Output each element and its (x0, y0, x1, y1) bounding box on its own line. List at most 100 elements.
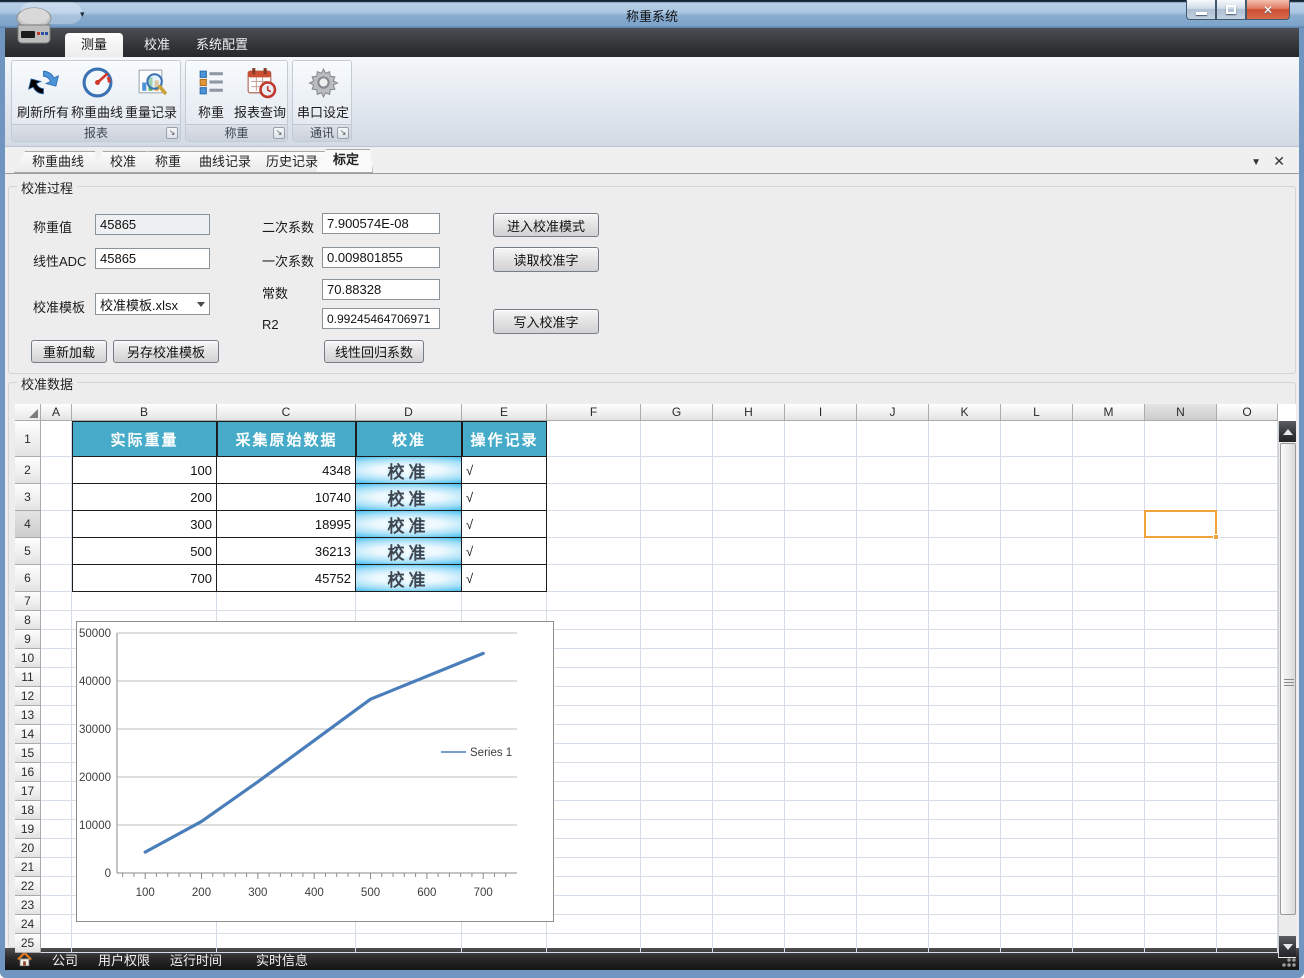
cell-actual-weight[interactable]: 200 (72, 484, 217, 511)
constant-field[interactable] (322, 279, 440, 300)
row-header-18[interactable]: 18 (15, 801, 41, 820)
column-header-G[interactable]: G (641, 404, 713, 421)
ribbon-tab-calibrate[interactable]: 校准 (128, 33, 186, 57)
cell-operation-record[interactable]: √ (462, 511, 547, 538)
linear-regression-button[interactable]: 线性回归系数 (324, 340, 424, 363)
column-header-D[interactable]: D (356, 404, 462, 421)
column-header-I[interactable]: I (785, 404, 857, 421)
cell-operation-record[interactable]: √ (462, 565, 547, 592)
app-logo-scale-icon[interactable] (8, 3, 60, 51)
row-header-20[interactable]: 20 (15, 839, 41, 858)
row-header-8[interactable]: 8 (15, 611, 41, 630)
weigh-curve-button[interactable]: 称重曲线 (71, 63, 123, 123)
cell-operation-record[interactable]: √ (462, 538, 547, 565)
row-header-3[interactable]: 3 (15, 484, 41, 511)
column-header-J[interactable]: J (857, 404, 929, 421)
cell-actual-weight[interactable]: 300 (72, 511, 217, 538)
linear-coef-field[interactable] (322, 247, 440, 268)
row-header-2[interactable]: 2 (15, 457, 41, 484)
r2-field[interactable] (322, 308, 440, 329)
tab-list-dropdown-icon[interactable]: ▼ (1251, 157, 1261, 168)
fill-handle[interactable] (1213, 534, 1219, 540)
column-header-H[interactable]: H (713, 404, 785, 421)
minimize-button[interactable] (1186, 0, 1216, 20)
column-header-F[interactable]: F (547, 404, 641, 421)
tab-close-icon[interactable]: ✕ (1273, 153, 1285, 170)
row-header-1[interactable]: 1 (15, 421, 41, 457)
table-header-cell[interactable]: 实际重量 (72, 421, 217, 457)
enter-calibration-mode-button[interactable]: 进入校准模式 (493, 213, 599, 237)
cell-raw-data[interactable]: 45752 (217, 565, 356, 592)
row-header-16[interactable]: 16 (15, 763, 41, 782)
ribbon-tab-measure[interactable]: 测量 (65, 33, 124, 57)
cell-actual-weight[interactable]: 700 (72, 565, 217, 592)
calibrate-cell-button[interactable]: 校准 (356, 538, 462, 565)
row-header-5[interactable]: 5 (15, 538, 41, 565)
cell-operation-record[interactable]: √ (462, 457, 547, 484)
column-header-M[interactable]: M (1073, 404, 1145, 421)
dialog-launcher-icon[interactable]: ↘ (166, 127, 178, 139)
weight-records-button[interactable]: 重量记录 (125, 63, 177, 123)
report-query-button[interactable]: 报表查询 (233, 63, 287, 123)
calibrate-cell-button[interactable]: 校准 (356, 457, 462, 484)
write-calibration-word-button[interactable]: 写入校准字 (493, 309, 599, 334)
column-header-B[interactable]: B (72, 404, 217, 421)
calibrate-cell-button[interactable]: 校准 (356, 565, 462, 592)
row-header-25[interactable]: 25 (15, 934, 41, 953)
cell-raw-data[interactable]: 36213 (217, 538, 356, 565)
calibration-spreadsheet[interactable]: 0 10000 20000 30000 40000 50000 100 200 300 400 50… (15, 404, 1296, 960)
serial-port-button[interactable]: 串口设定 (296, 63, 350, 123)
ribbon-tab-system-config[interactable]: 系统配置 (180, 33, 264, 57)
cell-actual-weight[interactable]: 500 (72, 538, 217, 565)
select-all-corner[interactable] (15, 404, 41, 421)
row-header-10[interactable]: 10 (15, 649, 41, 668)
selected-cell-N4[interactable] (1144, 510, 1219, 540)
weight-value-field[interactable] (95, 214, 210, 235)
column-header-C[interactable]: C (217, 404, 356, 421)
cell-raw-data[interactable]: 18995 (217, 511, 356, 538)
quadratic-coef-field[interactable] (322, 213, 440, 234)
column-header-E[interactable]: E (462, 404, 547, 421)
calibration-chart[interactable]: 0 10000 20000 30000 40000 50000 100 200 300 400 50… (76, 621, 554, 922)
tab-weigh-curve[interactable]: 称重曲线 (14, 151, 98, 173)
row-header-15[interactable]: 15 (15, 744, 41, 763)
scroll-up-button[interactable] (1279, 421, 1296, 442)
scroll-down-button[interactable] (1279, 936, 1296, 957)
reload-button[interactable]: 重新加载 (31, 340, 107, 363)
cell-raw-data[interactable]: 4348 (217, 457, 356, 484)
row-header-12[interactable]: 12 (15, 687, 41, 706)
weigh-button[interactable]: 称重 (190, 63, 232, 123)
calibrate-cell-button[interactable]: 校准 (356, 511, 462, 538)
column-header-K[interactable]: K (929, 404, 1001, 421)
linear-adc-field[interactable] (95, 248, 210, 269)
row-header-13[interactable]: 13 (15, 706, 41, 725)
calibrate-cell-button[interactable]: 校准 (356, 484, 462, 511)
row-header-19[interactable]: 19 (15, 820, 41, 839)
save-template-as-button[interactable]: 另存校准模板 (113, 340, 219, 363)
row-header-23[interactable]: 23 (15, 896, 41, 915)
row-header-21[interactable]: 21 (15, 858, 41, 877)
cell-operation-record[interactable]: √ (462, 484, 547, 511)
vertical-scrollbar[interactable] (1278, 421, 1296, 958)
row-header-6[interactable]: 6 (15, 565, 41, 592)
column-header-O[interactable]: O (1217, 404, 1278, 421)
maximize-button[interactable] (1216, 0, 1246, 20)
row-header-4[interactable]: 4 (15, 511, 41, 538)
close-button[interactable]: ✕ (1246, 0, 1290, 20)
row-header-24[interactable]: 24 (15, 915, 41, 934)
column-header-A[interactable]: A (41, 404, 72, 421)
refresh-all-button[interactable]: 刷新所有 (17, 63, 69, 123)
column-header-N[interactable]: N (1145, 404, 1217, 421)
table-header-cell[interactable]: 校准 (356, 421, 462, 457)
row-header-17[interactable]: 17 (15, 782, 41, 801)
row-header-7[interactable]: 7 (15, 592, 41, 611)
cell-actual-weight[interactable]: 100 (72, 457, 217, 484)
calibration-template-select[interactable]: 校准模板.xlsx (95, 293, 210, 315)
dialog-launcher-icon[interactable]: ↘ (337, 127, 349, 139)
row-header-9[interactable]: 9 (15, 630, 41, 649)
dialog-launcher-icon[interactable]: ↘ (273, 127, 285, 139)
table-header-cell[interactable]: 采集原始数据 (217, 421, 356, 457)
row-header-11[interactable]: 11 (15, 668, 41, 687)
column-header-L[interactable]: L (1001, 404, 1073, 421)
scrollbar-thumb[interactable] (1280, 443, 1296, 915)
